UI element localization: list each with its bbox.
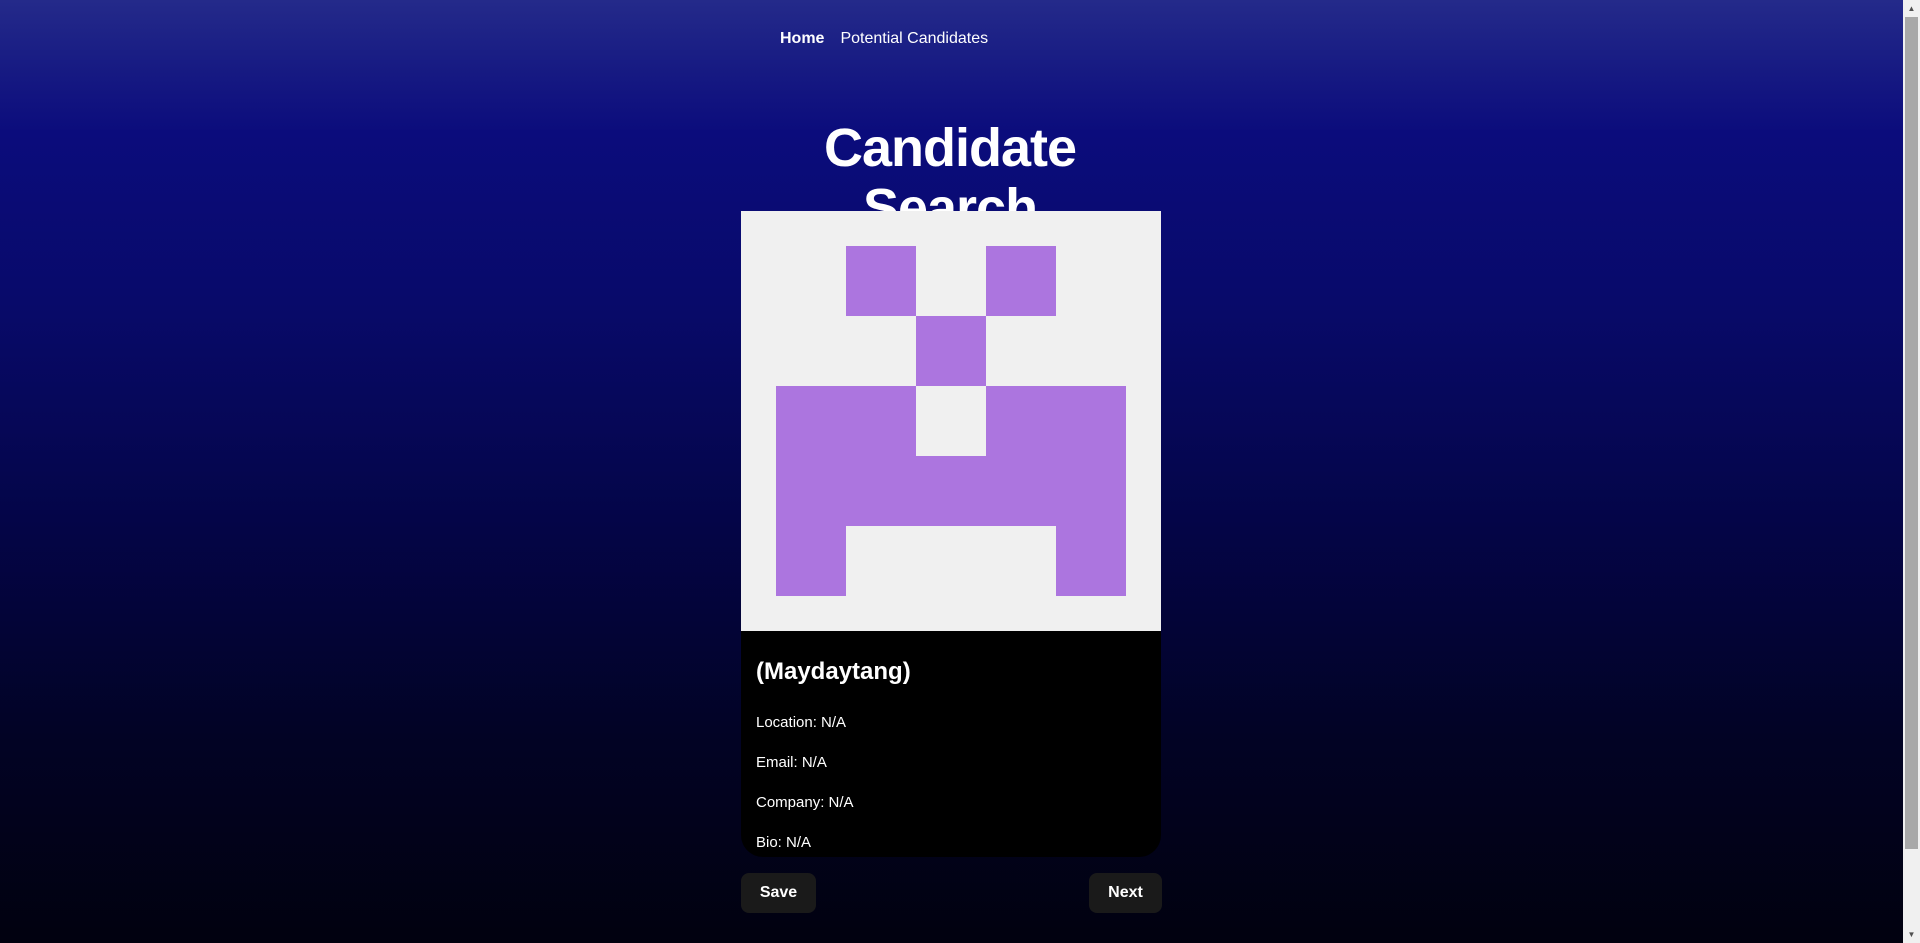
next-button[interactable]: Next — [1089, 873, 1162, 913]
scroll-up-arrow-icon[interactable]: ▲ — [1903, 0, 1920, 17]
candidate-email: Email: N/A — [756, 754, 827, 771]
candidate-username: (Maydaytang) — [756, 658, 911, 685]
scrollbar-thumb[interactable] — [1905, 17, 1918, 849]
candidate-details: (Maydaytang) Location: N/A Email: N/A Co… — [741, 631, 1161, 853]
candidate-avatar — [741, 211, 1161, 631]
candidate-company: Company: N/A — [756, 794, 854, 811]
candidate-bio: Bio: N/A — [756, 834, 812, 851]
scroll-down-arrow-icon[interactable]: ▼ — [1903, 926, 1920, 943]
vertical-scrollbar[interactable]: ▲ ▼ — [1903, 0, 1920, 943]
nav-link-home[interactable]: Home — [780, 30, 824, 48]
nav-link-potential-candidates[interactable]: Potential Candidates — [840, 30, 988, 48]
top-nav: Home Potential Candidates — [780, 30, 988, 48]
candidate-location: Location: N/A — [756, 714, 847, 731]
candidate-card: (Maydaytang) Location: N/A Email: N/A Co… — [741, 211, 1161, 857]
save-button[interactable]: Save — [741, 873, 816, 913]
